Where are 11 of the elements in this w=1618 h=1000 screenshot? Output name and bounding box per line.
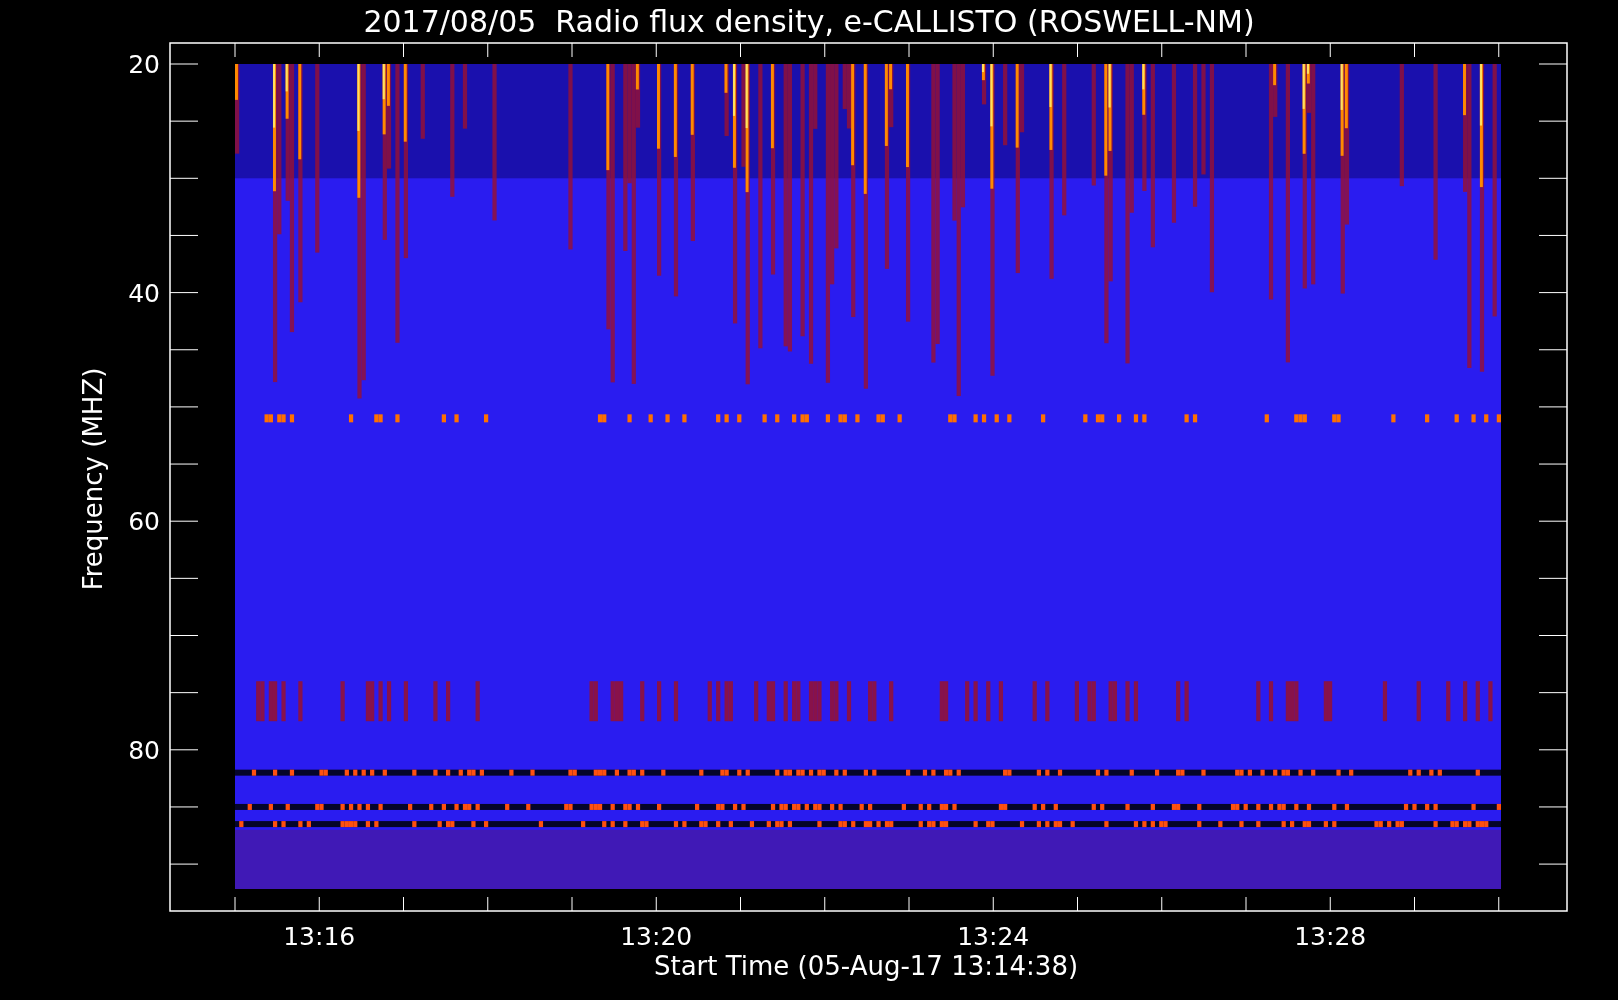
y-tick-label: 60 bbox=[128, 507, 160, 537]
x-tick-label: 13:28 bbox=[1294, 922, 1367, 951]
y-axis-label: Frequency (MHZ) bbox=[78, 367, 108, 591]
y-tick-label: 20 bbox=[128, 50, 160, 79]
chart-title: 2017/08/05 Radio flux density, e-CALLISTO (ROSWELL-NM) bbox=[363, 4, 1255, 39]
y-tick-label: 40 bbox=[128, 278, 160, 308]
x-axis-label: Start Time (05-Aug-17 13:14:38) bbox=[653, 951, 1079, 981]
x-tick-label: 13:24 bbox=[957, 922, 1030, 951]
y-tick-label: 80 bbox=[128, 735, 160, 765]
x-tick-label: 13:16 bbox=[283, 922, 356, 951]
x-tick-label: 13:20 bbox=[620, 922, 693, 951]
